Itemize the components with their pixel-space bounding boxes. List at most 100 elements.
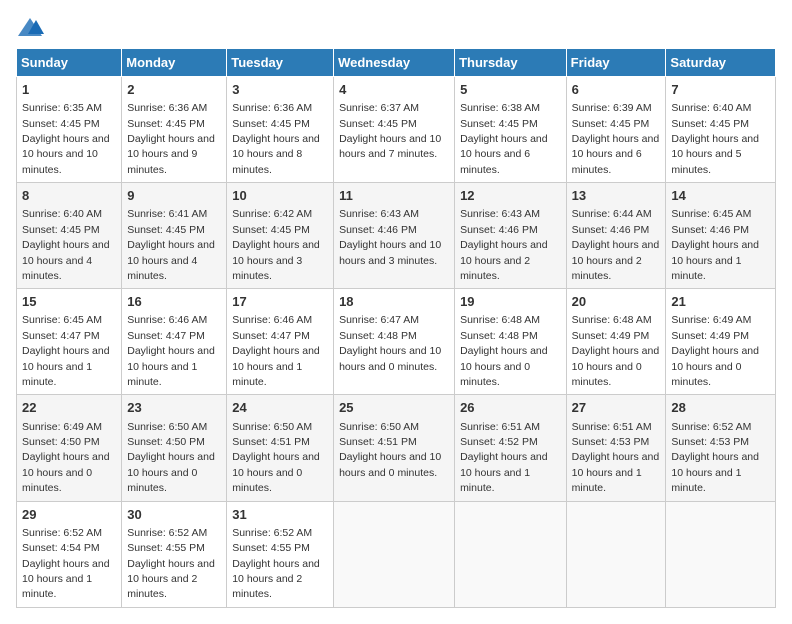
calendar-cell: 4Sunrise: 6:37 AMSunset: 4:45 PMDaylight… (334, 77, 455, 183)
calendar-cell: 20 Sunrise: 6:48 AMSunset: 4:49 PMDayligh… (566, 289, 666, 395)
calendar-cell: 1Sunrise: 6:35 AMSunset: 4:45 PMDaylight… (17, 77, 122, 183)
day-number: 25 (339, 399, 449, 417)
day-info: Sunrise: 6:43 AMSunset: 4:46 PMDaylight … (460, 208, 548, 282)
calendar-cell: 5Sunrise: 6:38 AMSunset: 4:45 PMDaylight… (455, 77, 567, 183)
calendar-week-3: 15 Sunrise: 6:45 AMSunset: 4:47 PMDayligh… (17, 289, 776, 395)
calendar-cell: 7 Sunrise: 6:40 AMSunset: 4:45 PMDaylight… (666, 77, 776, 183)
day-number: 22 (22, 399, 116, 417)
day-info: Sunrise: 6:48 AMSunset: 4:48 PMDaylight … (460, 314, 548, 388)
header-saturday: Saturday (666, 49, 776, 77)
calendar-week-1: 1Sunrise: 6:35 AMSunset: 4:45 PMDaylight… (17, 77, 776, 183)
day-number: 16 (127, 293, 221, 311)
calendar-cell: 21 Sunrise: 6:49 AMSunset: 4:49 PMDayligh… (666, 289, 776, 395)
day-number: 27 (572, 399, 661, 417)
day-number: 9 (127, 187, 221, 205)
calendar-cell: 6Sunrise: 6:39 AMSunset: 4:45 PMDaylight… (566, 77, 666, 183)
calendar-cell: 27 Sunrise: 6:51 AMSunset: 4:53 PMDayligh… (566, 395, 666, 501)
calendar-cell: 3Sunrise: 6:36 AMSunset: 4:45 PMDaylight… (227, 77, 334, 183)
day-number: 7 (671, 81, 770, 99)
day-info: Sunrise: 6:45 AMSunset: 4:47 PMDaylight … (22, 314, 110, 388)
day-info: Sunrise: 6:52 AMSunset: 4:55 PMDaylight … (232, 527, 320, 601)
calendar-cell: 11 Sunrise: 6:43 AMSunset: 4:46 PMDayligh… (334, 183, 455, 289)
day-info: Sunrise: 6:44 AMSunset: 4:46 PMDaylight … (572, 208, 660, 282)
logo (16, 16, 48, 40)
day-info: Sunrise: 6:50 AMSunset: 4:51 PMDaylight … (339, 421, 441, 479)
calendar-cell: 26 Sunrise: 6:51 AMSunset: 4:52 PMDayligh… (455, 395, 567, 501)
day-info: Sunrise: 6:49 AMSunset: 4:49 PMDaylight … (671, 314, 759, 388)
calendar-cell: 10Sunrise: 6:42 AMSunset: 4:45 PMDayligh… (227, 183, 334, 289)
calendar-week-5: 29 Sunrise: 6:52 AMSunset: 4:54 PMDayligh… (17, 501, 776, 607)
calendar-cell: 25 Sunrise: 6:50 AMSunset: 4:51 PMDayligh… (334, 395, 455, 501)
calendar-cell: 2 Sunrise: 6:36 AMSunset: 4:45 PMDaylight… (122, 77, 227, 183)
day-number: 12 (460, 187, 561, 205)
calendar-cell: 9 Sunrise: 6:41 AMSunset: 4:45 PMDaylight… (122, 183, 227, 289)
calendar-body: 1Sunrise: 6:35 AMSunset: 4:45 PMDaylight… (17, 77, 776, 608)
calendar-week-2: 8 Sunrise: 6:40 AMSunset: 4:45 PMDaylight… (17, 183, 776, 289)
day-info: Sunrise: 6:52 AMSunset: 4:53 PMDaylight … (671, 421, 759, 495)
calendar-cell: 28Sunrise: 6:52 AMSunset: 4:53 PMDayligh… (666, 395, 776, 501)
day-number: 30 (127, 506, 221, 524)
day-info: Sunrise: 6:47 AMSunset: 4:48 PMDaylight … (339, 314, 441, 372)
day-info: Sunrise: 6:41 AMSunset: 4:45 PMDaylight … (127, 208, 215, 282)
day-info: Sunrise: 6:35 AMSunset: 4:45 PMDaylight … (22, 102, 110, 176)
day-number: 8 (22, 187, 116, 205)
day-number: 5 (460, 81, 561, 99)
day-number: 15 (22, 293, 116, 311)
calendar-cell: 24 Sunrise: 6:50 AMSunset: 4:51 PMDayligh… (227, 395, 334, 501)
day-info: Sunrise: 6:51 AMSunset: 4:52 PMDaylight … (460, 421, 548, 495)
header-friday: Friday (566, 49, 666, 77)
calendar-header: SundayMondayTuesdayWednesdayThursdayFrid… (17, 49, 776, 77)
day-number: 4 (339, 81, 449, 99)
day-number: 20 (572, 293, 661, 311)
header-thursday: Thursday (455, 49, 567, 77)
day-info: Sunrise: 6:52 AMSunset: 4:55 PMDaylight … (127, 527, 215, 601)
day-number: 17 (232, 293, 328, 311)
day-info: Sunrise: 6:50 AMSunset: 4:51 PMDaylight … (232, 421, 320, 495)
day-info: Sunrise: 6:36 AMSunset: 4:45 PMDaylight … (232, 102, 320, 176)
calendar-cell: 19 Sunrise: 6:48 AMSunset: 4:48 PMDayligh… (455, 289, 567, 395)
day-info: Sunrise: 6:40 AMSunset: 4:45 PMDaylight … (671, 102, 759, 176)
day-info: Sunrise: 6:42 AMSunset: 4:45 PMDaylight … (232, 208, 320, 282)
calendar-cell: 15 Sunrise: 6:45 AMSunset: 4:47 PMDayligh… (17, 289, 122, 395)
calendar-cell: 16 Sunrise: 6:46 AMSunset: 4:47 PMDayligh… (122, 289, 227, 395)
day-info: Sunrise: 6:51 AMSunset: 4:53 PMDaylight … (572, 421, 660, 495)
day-number: 23 (127, 399, 221, 417)
day-number: 2 (127, 81, 221, 99)
day-number: 18 (339, 293, 449, 311)
day-number: 24 (232, 399, 328, 417)
header-wednesday: Wednesday (334, 49, 455, 77)
day-number: 26 (460, 399, 561, 417)
header-sunday: Sunday (17, 49, 122, 77)
calendar-cell: 29 Sunrise: 6:52 AMSunset: 4:54 PMDayligh… (17, 501, 122, 607)
day-info: Sunrise: 6:48 AMSunset: 4:49 PMDaylight … (572, 314, 660, 388)
day-info: Sunrise: 6:40 AMSunset: 4:45 PMDaylight … (22, 208, 110, 282)
day-number: 6 (572, 81, 661, 99)
calendar-cell (666, 501, 776, 607)
day-number: 21 (671, 293, 770, 311)
day-info: Sunrise: 6:49 AMSunset: 4:50 PMDaylight … (22, 421, 110, 495)
day-number: 14 (671, 187, 770, 205)
day-info: Sunrise: 6:46 AMSunset: 4:47 PMDaylight … (232, 314, 320, 388)
calendar-week-4: 22 Sunrise: 6:49 AMSunset: 4:50 PMDayligh… (17, 395, 776, 501)
day-info: Sunrise: 6:36 AMSunset: 4:45 PMDaylight … (127, 102, 215, 176)
calendar-cell: 23 Sunrise: 6:50 AMSunset: 4:50 PMDayligh… (122, 395, 227, 501)
day-number: 19 (460, 293, 561, 311)
calendar-table: SundayMondayTuesdayWednesdayThursdayFrid… (16, 48, 776, 608)
logo-icon (16, 16, 44, 40)
day-info: Sunrise: 6:45 AMSunset: 4:46 PMDaylight … (671, 208, 759, 282)
calendar-cell: 12 Sunrise: 6:43 AMSunset: 4:46 PMDayligh… (455, 183, 567, 289)
day-number: 29 (22, 506, 116, 524)
calendar-cell: 18 Sunrise: 6:47 AMSunset: 4:48 PMDayligh… (334, 289, 455, 395)
calendar-cell (566, 501, 666, 607)
day-number: 31 (232, 506, 328, 524)
day-number: 11 (339, 187, 449, 205)
day-info: Sunrise: 6:43 AMSunset: 4:46 PMDaylight … (339, 208, 441, 266)
day-info: Sunrise: 6:52 AMSunset: 4:54 PMDaylight … (22, 527, 110, 601)
calendar-cell (334, 501, 455, 607)
day-info: Sunrise: 6:50 AMSunset: 4:50 PMDaylight … (127, 421, 215, 495)
calendar-cell: 17 Sunrise: 6:46 AMSunset: 4:47 PMDayligh… (227, 289, 334, 395)
day-info: Sunrise: 6:46 AMSunset: 4:47 PMDaylight … (127, 314, 215, 388)
header-tuesday: Tuesday (227, 49, 334, 77)
day-number: 13 (572, 187, 661, 205)
calendar-cell: 14 Sunrise: 6:45 AMSunset: 4:46 PMDayligh… (666, 183, 776, 289)
